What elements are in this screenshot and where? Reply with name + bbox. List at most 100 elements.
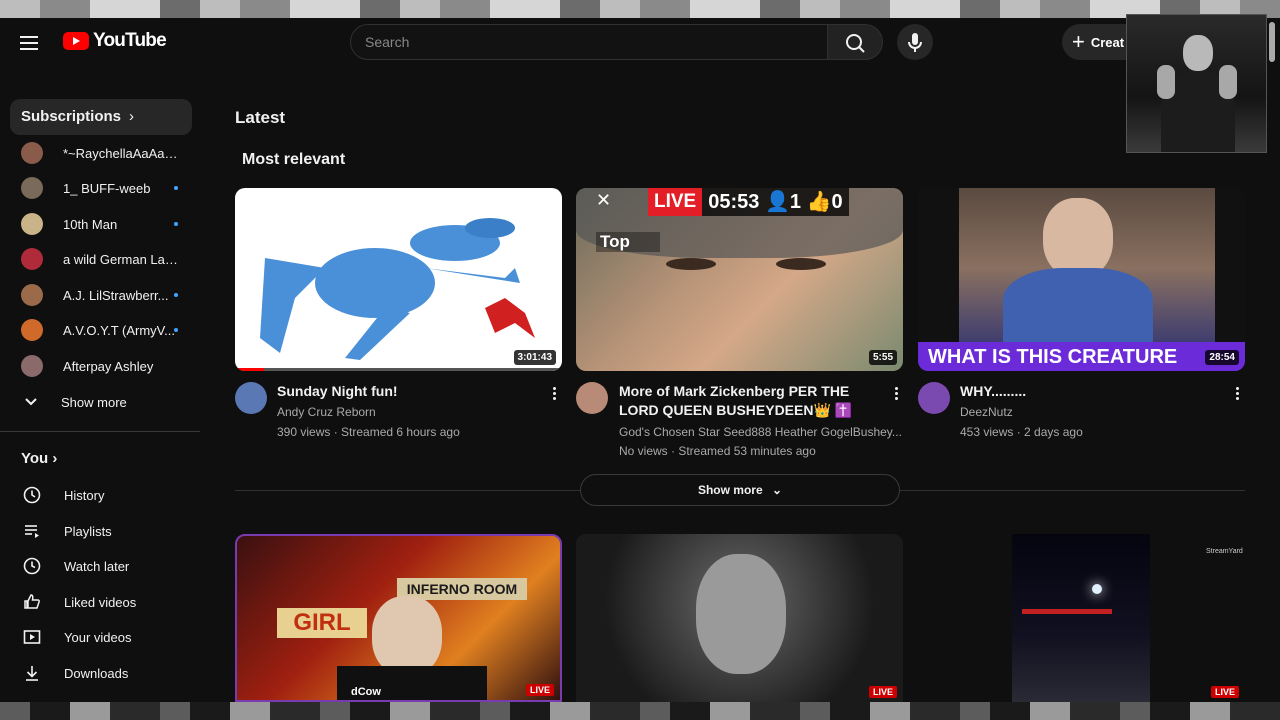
video-thumbnail[interactable]: StreamYard LIVE bbox=[918, 534, 1245, 702]
sidebar-subscription[interactable]: Afterpay Ashley bbox=[10, 348, 192, 384]
show-more-button[interactable]: Show more ⌄ bbox=[580, 474, 900, 506]
show-more-subscriptions[interactable]: Show more bbox=[10, 384, 192, 420]
sidebar-subscription[interactable]: A.V.O.Y.T (ArmyV... bbox=[10, 312, 192, 348]
video-title[interactable]: Sunday Night fun! bbox=[277, 382, 537, 401]
sidebar-item-your-videos[interactable]: Your videos bbox=[10, 619, 192, 655]
plus-icon: + bbox=[1072, 29, 1085, 54]
thumbnail-detail bbox=[1043, 198, 1113, 278]
menu-icon[interactable] bbox=[20, 32, 44, 52]
sidebar-item-label: Your videos bbox=[64, 629, 132, 645]
channel-name[interactable]: Andy Cruz Reborn bbox=[277, 402, 537, 422]
like-count: 0 bbox=[831, 191, 843, 213]
new-content-dot bbox=[174, 186, 178, 190]
show-more-label: Show more bbox=[61, 394, 127, 410]
you-header[interactable]: You › bbox=[10, 446, 192, 472]
search-icon bbox=[846, 34, 865, 53]
voice-search-button[interactable] bbox=[897, 24, 933, 60]
video-thumbnail[interactable]: 3:01:43 bbox=[235, 188, 562, 371]
sidebar-item-liked-videos[interactable]: Liked videos bbox=[10, 584, 192, 620]
sidebar-item-label: History bbox=[64, 487, 105, 503]
subscription-name: A.V.O.Y.T (ArmyV... bbox=[63, 322, 175, 338]
watch-later-icon bbox=[22, 556, 42, 576]
sidebar-subscription[interactable]: 10th Man bbox=[10, 206, 192, 242]
sidebar-item-label: Liked videos bbox=[64, 594, 137, 610]
avatar bbox=[21, 248, 43, 270]
new-content-dot bbox=[174, 222, 178, 226]
sidebar-item-label: Watch later bbox=[64, 558, 130, 574]
channel-name[interactable]: God's Chosen Star Seed888 Heather GogelB… bbox=[619, 422, 904, 442]
sidebar-subscription[interactable]: a wild German Lady... bbox=[10, 241, 192, 277]
sidebar-subscription[interactable]: 1_ BUFF-weeb bbox=[10, 170, 192, 206]
sidebar-item-downloads[interactable]: Downloads bbox=[10, 655, 192, 691]
streamyard-watermark: StreamYard bbox=[1206, 548, 1243, 555]
show-more-label: Show more bbox=[697, 483, 763, 497]
subscription-name: 10th Man bbox=[63, 216, 118, 232]
thumbnail-detail bbox=[1022, 609, 1112, 614]
more-actions-icon[interactable] bbox=[889, 383, 903, 403]
video-title[interactable]: More of Mark Zickenberg PER THE LORD QUE… bbox=[619, 382, 887, 420]
video-duration: 28:54 bbox=[1205, 350, 1239, 365]
subscription-name: *~RaychellaAaAaA... bbox=[63, 145, 183, 161]
sidebar: Subscriptions › *~RaychellaAaAaA... 1_ BU… bbox=[0, 66, 200, 702]
avatar bbox=[21, 319, 43, 341]
thumbs-up-icon: 👍 bbox=[806, 191, 832, 213]
live-label: LIVE bbox=[648, 188, 703, 216]
search-input[interactable] bbox=[365, 25, 827, 59]
video-title[interactable]: WHY......... bbox=[960, 382, 1220, 401]
avatar bbox=[21, 213, 43, 235]
youtube-logo[interactable]: YouTube bbox=[63, 30, 167, 52]
sidebar-item-playlists[interactable]: Playlists bbox=[10, 513, 192, 549]
sidebar-item-watch-later[interactable]: Watch later bbox=[10, 548, 192, 584]
sidebar-item-label: Downloads bbox=[64, 665, 129, 681]
video-thumbnail[interactable]: WHAT IS THIS CREATURE 28:54 bbox=[918, 188, 1245, 371]
thumbnail-detail bbox=[696, 554, 786, 674]
download-icon bbox=[22, 663, 42, 683]
top-bar: YouTube + Creat bbox=[0, 18, 1280, 66]
avatar bbox=[21, 355, 43, 377]
sidebar-item-history[interactable]: History bbox=[10, 477, 192, 513]
your-videos-icon bbox=[22, 627, 42, 647]
video-stats: 390 views · Streamed 6 hours ago bbox=[277, 425, 460, 439]
search-box[interactable] bbox=[350, 24, 828, 60]
thumbnail-watermark: dCow bbox=[351, 686, 381, 698]
chevron-right-icon: › bbox=[52, 450, 58, 467]
more-actions-icon[interactable] bbox=[547, 383, 561, 403]
video-stats: 453 views · 2 days ago bbox=[960, 425, 1083, 439]
sign-text-2: GIRL bbox=[277, 608, 367, 638]
subscription-name: A.J. LilStrawberr... bbox=[63, 287, 169, 303]
you-label: You bbox=[21, 450, 49, 467]
new-content-dot bbox=[174, 293, 178, 297]
subscriptions-header[interactable]: Subscriptions › bbox=[10, 99, 192, 135]
scrollbar[interactable] bbox=[1269, 22, 1275, 62]
cartoon-thumbnail-image bbox=[260, 218, 535, 360]
thumbnail-detail bbox=[776, 258, 826, 270]
chevron-down-icon: ⌄ bbox=[771, 483, 783, 497]
avatar bbox=[21, 142, 43, 164]
section-title: Most relevant bbox=[242, 151, 346, 168]
more-actions-icon[interactable] bbox=[1230, 383, 1244, 403]
video-thumbnail[interactable]: LIVE bbox=[576, 534, 903, 702]
channel-avatar[interactable] bbox=[576, 382, 608, 414]
live-badge: LIVE bbox=[525, 684, 554, 696]
viewer-icon: 👤 bbox=[764, 191, 790, 213]
logo-text: YouTube bbox=[93, 30, 167, 51]
video-thumbnail[interactable]: INFERNO ROOM GIRL dCow LIVE bbox=[235, 534, 562, 702]
close-icon: ✕ bbox=[596, 190, 612, 210]
channel-name[interactable]: DeezNutz bbox=[960, 402, 1220, 422]
subscription-name: 1_ BUFF-weeb bbox=[63, 180, 151, 196]
sidebar-subscription[interactable]: A.J. LilStrawberr... bbox=[10, 277, 192, 313]
video-thumbnail[interactable]: ✕ LIVE 05:53 👤1 👍0 Top 5:55 bbox=[576, 188, 903, 371]
avatar bbox=[21, 177, 43, 199]
sidebar-subscription[interactable]: *~RaychellaAaAaA... bbox=[10, 135, 192, 171]
create-label: Creat bbox=[1090, 34, 1125, 50]
thumbnail-detail bbox=[1092, 584, 1102, 594]
channel-avatar[interactable] bbox=[235, 382, 267, 414]
search-button[interactable] bbox=[827, 24, 883, 60]
subscription-name: a wild German Lady... bbox=[63, 251, 183, 267]
sidebar-divider bbox=[0, 431, 200, 432]
chevron-right-icon: › bbox=[129, 108, 135, 125]
watch-progress-bar bbox=[235, 368, 562, 371]
webcam-overlay bbox=[1126, 14, 1267, 153]
live-time: 05:53 bbox=[708, 191, 760, 213]
channel-avatar[interactable] bbox=[918, 382, 950, 414]
